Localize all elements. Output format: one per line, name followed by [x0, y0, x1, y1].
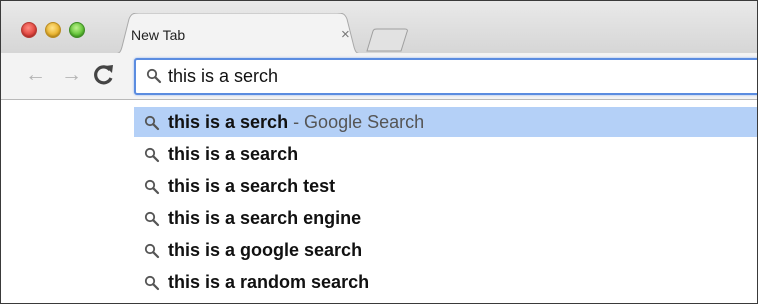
suggestion-item[interactable]: this is a search test: [134, 171, 757, 201]
forward-arrow-icon[interactable]: →: [61, 64, 82, 86]
suggestion-item[interactable]: this is a search: [134, 139, 757, 169]
back-arrow-icon[interactable]: ←: [25, 64, 46, 86]
suggestion-suffix: - Google Search: [288, 112, 425, 132]
address-bar-text[interactable]: this is a serch: [168, 66, 278, 87]
suggestion-label: this is a serch - Google Search: [168, 112, 424, 133]
search-icon: [144, 147, 160, 168]
reload-icon[interactable]: [91, 62, 117, 88]
address-bar[interactable]: this is a serch: [134, 58, 757, 95]
tab-title: New Tab: [131, 27, 186, 43]
new-tab-icon: [366, 28, 408, 52]
suggestion-item[interactable]: this is a random search: [134, 267, 757, 297]
browser-window: New Tab × ← → this is a serch this is a …: [0, 0, 758, 304]
suggestion-text: this is a search engine: [168, 208, 362, 228]
search-icon: [144, 211, 160, 232]
toolbar: ← → this is a serch: [1, 53, 757, 100]
suggestion-item[interactable]: this is a search engine: [134, 203, 757, 233]
suggestion-text: this is a google search: [168, 240, 363, 260]
autocomplete-dropdown: this is a serch - Google Search this is …: [1, 100, 757, 303]
suggestion-text: this is a search: [168, 144, 299, 164]
zoom-window-button[interactable]: [69, 22, 85, 38]
suggestion-text: this is a serch: [168, 112, 289, 132]
search-icon: [146, 68, 162, 89]
search-icon: [144, 115, 160, 136]
minimize-window-button[interactable]: [45, 22, 61, 38]
suggestion-item[interactable]: this is a serch - Google Search: [134, 107, 757, 137]
suggestion-text: this is a search test: [168, 176, 336, 196]
tab-strip: New Tab ×: [1, 1, 757, 54]
suggestion-item[interactable]: this is a google search: [134, 235, 757, 265]
search-icon: [144, 243, 160, 264]
close-window-button[interactable]: [21, 22, 37, 38]
search-icon: [144, 179, 160, 200]
search-icon: [144, 275, 160, 296]
suggestion-text: this is a random search: [168, 272, 370, 292]
tab-new-tab[interactable]: New Tab ×: [113, 13, 363, 54]
tab-close-icon[interactable]: ×: [341, 26, 350, 43]
